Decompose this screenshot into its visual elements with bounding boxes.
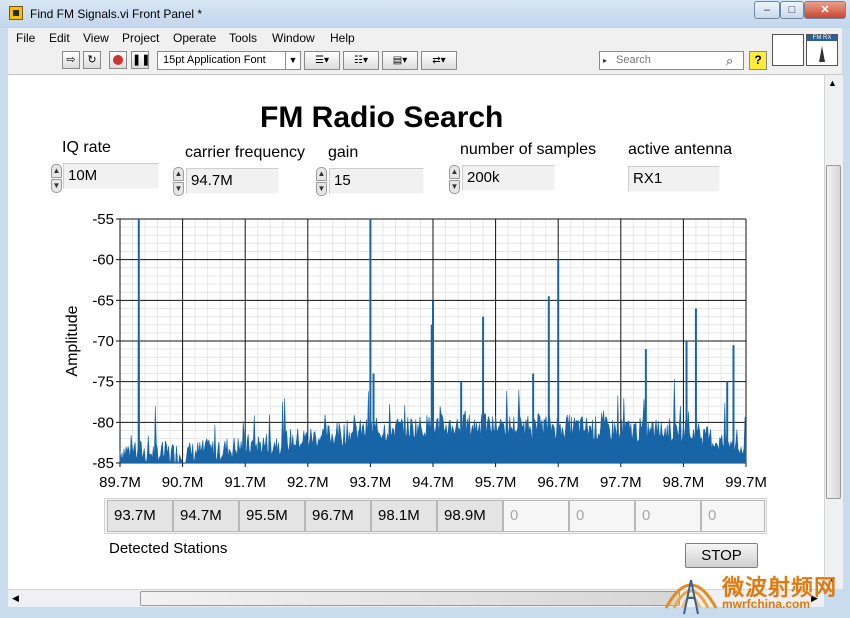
- x-tick-label: 91.7M: [224, 474, 266, 491]
- y-tick-label: -60: [92, 252, 114, 269]
- x-axis-ticks: 89.7M 90.7M 91.7M 92.7M 93.7M 94.7M 95.7M 96.7M…: [99, 463, 767, 491]
- detected-stations-label: Detected Stations: [109, 540, 228, 557]
- x-tick-label: 89.7M: [99, 474, 141, 491]
- x-tick-label: 92.7M: [287, 474, 329, 491]
- station-cell: 0: [701, 500, 765, 532]
- station-cell: 93.7M: [107, 500, 173, 532]
- station-cell: 98.1M: [371, 500, 437, 532]
- stop-button[interactable]: STOP: [685, 543, 758, 568]
- antenna-logo-icon: [664, 579, 718, 615]
- x-tick-label: 94.7M: [412, 474, 454, 491]
- x-tick-label: 93.7M: [350, 474, 392, 491]
- y-tick-label: -65: [92, 292, 114, 309]
- x-tick-label: 90.7M: [162, 474, 204, 491]
- x-tick-label: 98.7M: [663, 474, 705, 491]
- y-axis-title: Amplitude: [64, 305, 81, 376]
- station-cell: 94.7M: [173, 500, 239, 532]
- y-tick-label: -70: [92, 333, 114, 350]
- x-tick-label: 95.7M: [475, 474, 517, 491]
- x-tick-label: 96.7M: [537, 474, 579, 491]
- x-tick-label: 97.7M: [600, 474, 642, 491]
- station-cell: 0: [569, 500, 635, 532]
- y-tick-label: -75: [92, 374, 114, 391]
- station-cell: 95.5M: [239, 500, 305, 532]
- station-cell: 0: [503, 500, 569, 532]
- watermark-logo: 微波射频网 mwrfchina.com: [660, 566, 850, 616]
- y-tick-label: -85: [92, 455, 114, 472]
- y-tick-label: -80: [92, 414, 114, 431]
- station-cell: 98.9M: [437, 500, 503, 532]
- x-tick-label: 99.7M: [725, 474, 767, 491]
- station-cell: 0: [635, 500, 701, 532]
- y-tick-label: -55: [92, 211, 114, 228]
- y-axis-ticks: -55 -60 -65 -70 -75 -80 -85: [92, 211, 120, 472]
- watermark-url: mwrfchina.com: [722, 597, 811, 611]
- station-cell: 96.7M: [305, 500, 371, 532]
